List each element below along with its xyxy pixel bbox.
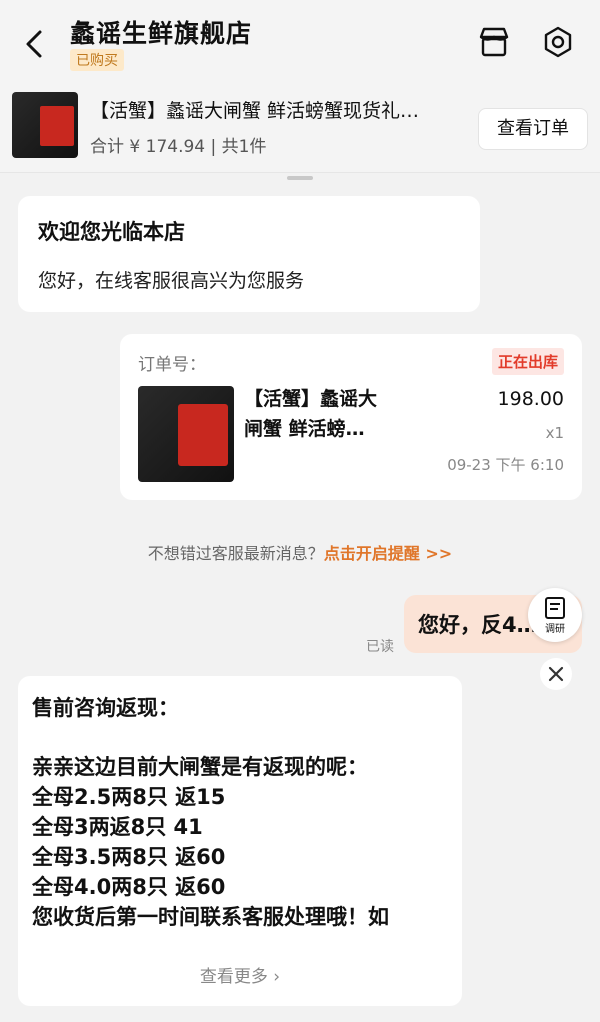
product-thumbnail bbox=[138, 386, 234, 482]
welcome-title: 欢迎您光临本店 bbox=[38, 220, 185, 244]
purchased-badge: 已购买 bbox=[70, 49, 124, 71]
close-button[interactable] bbox=[540, 658, 572, 690]
presale-body: 亲亲这边目前大闸蟹是有返现的呢： 全母2.5两8只 返15 全母3两返8只 41… bbox=[32, 752, 462, 932]
presale-line: 全母4.0两8只 返60 bbox=[32, 875, 226, 899]
chevron-left-icon bbox=[26, 30, 42, 58]
status-badge: 正在出库 bbox=[491, 348, 564, 375]
read-receipt: 已读 bbox=[366, 639, 394, 655]
presale-line: 全母3.5两8只 返60 bbox=[32, 845, 226, 869]
my-message-text: 您好，反4… bbox=[418, 613, 538, 637]
settings-icon bbox=[544, 26, 572, 58]
order-product-title: 【活蟹】蠡谣大闸蟹 鲜活螃蟹现货礼… bbox=[90, 100, 420, 122]
enable-reminder-link[interactable]: 点击开启提醒 >> bbox=[324, 544, 452, 563]
order-number-label: 订单号： bbox=[138, 355, 206, 375]
presale-title: 售前咨询返现： bbox=[32, 696, 179, 720]
top-bar: 蠡谣生鲜旗舰店 已购买 bbox=[0, 0, 600, 84]
welcome-message: 欢迎您光临本店 您好，在线客服很高兴为您服务 bbox=[18, 196, 480, 312]
welcome-text: 您好，在线客服很高兴为您服务 bbox=[38, 270, 305, 292]
view-order-button[interactable]: 查看订单 bbox=[478, 108, 588, 150]
package-shape bbox=[40, 106, 74, 146]
pull-handle[interactable] bbox=[287, 176, 313, 180]
order-product-thumbnail bbox=[12, 92, 78, 158]
settings-button[interactable] bbox=[540, 24, 576, 60]
view-more-link[interactable]: 查看更多 › bbox=[18, 962, 462, 987]
survey-label: 调研 bbox=[545, 624, 565, 635]
product-name: 【活蟹】蠡谣大闸蟹 鲜活螃… bbox=[244, 388, 378, 440]
presale-message: 售前咨询返现： 亲亲这边目前大闸蟹是有返现的呢： 全母2.5两8只 返15 全母… bbox=[18, 676, 462, 1006]
presale-line: 您收货后第一时间联系客服处理哦！如 bbox=[32, 905, 389, 929]
survey-button[interactable]: 调研 bbox=[528, 588, 582, 642]
presale-line: 全母2.5两8只 返15 bbox=[32, 785, 226, 809]
reminder-text: 不想错过客服最新消息？ bbox=[147, 544, 324, 563]
package-shape bbox=[178, 404, 228, 466]
presale-line: 亲亲这边目前大闸蟹是有返现的呢： bbox=[32, 755, 368, 779]
presale-line: 全母3两返8只 41 bbox=[32, 815, 203, 839]
store-name[interactable]: 蠡谣生鲜旗舰店 bbox=[70, 14, 252, 50]
order-total: 合计 ¥ 174.94 | 共1件 bbox=[90, 137, 267, 157]
product-price: 198.00 bbox=[497, 388, 564, 410]
store-icon bbox=[479, 27, 509, 57]
order-time: 09-23 下午 6:10 bbox=[447, 456, 564, 474]
product-quantity: x1 bbox=[545, 424, 564, 442]
order-summary-bar[interactable]: 【活蟹】蠡谣大闸蟹 鲜活螃蟹现货礼… 合计 ¥ 174.94 | 共1件 查看订… bbox=[0, 84, 600, 173]
notification-reminder: 不想错过客服最新消息？点击开启提醒 >> bbox=[0, 540, 600, 564]
store-button[interactable] bbox=[476, 24, 512, 60]
close-icon bbox=[548, 666, 564, 682]
order-card[interactable]: 订单号： 正在出库 【活蟹】蠡谣大闸蟹 鲜活螃… 198.00 x1 09-23… bbox=[120, 334, 582, 500]
back-button[interactable] bbox=[20, 24, 50, 64]
